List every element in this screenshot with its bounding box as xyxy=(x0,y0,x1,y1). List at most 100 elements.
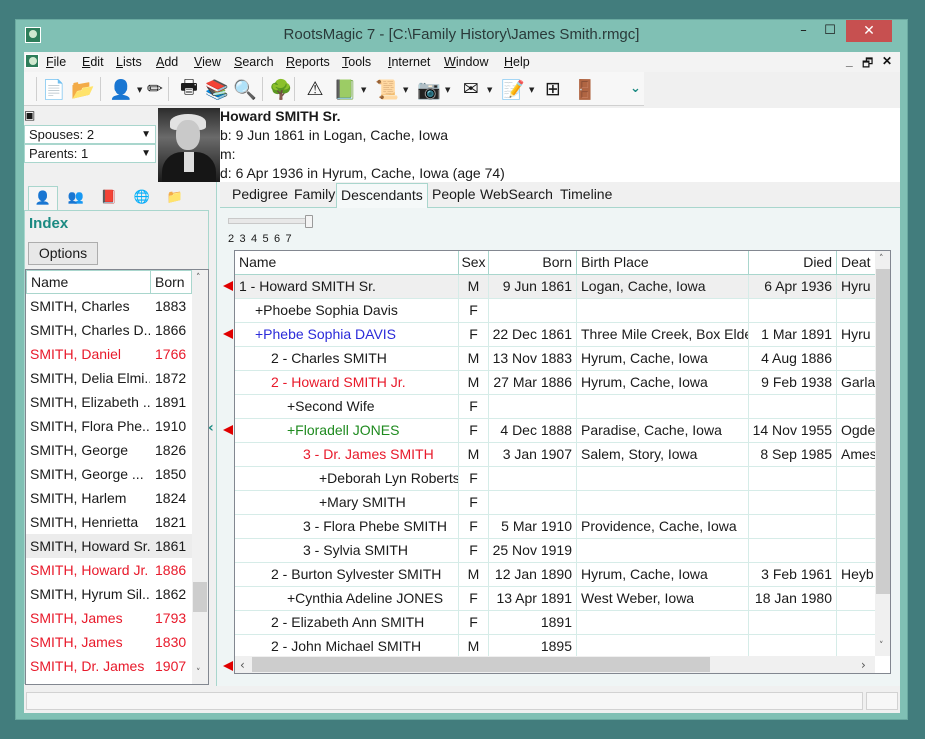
row-marker-icon[interactable] xyxy=(223,425,233,435)
index-list-item[interactable]: SMITH, James Wi... 1918 xyxy=(26,678,192,684)
media-icon[interactable]: ▣ xyxy=(24,108,44,124)
camera-button[interactable]: 📷 xyxy=(416,76,442,102)
grid-vertical-scrollbar[interactable]: ˄ ˅ xyxy=(875,251,890,656)
open-folder-button[interactable]: 📂 xyxy=(70,76,96,102)
row-marker-icon[interactable] xyxy=(223,329,233,339)
options-button[interactable]: Options xyxy=(28,242,98,265)
index-list-item[interactable]: SMITH, Howard Jr. 1886 xyxy=(26,558,192,582)
grid-hscroll-thumb[interactable] xyxy=(252,657,710,672)
index-list-item[interactable]: SMITH, James 1793 xyxy=(26,606,192,630)
sticky-note-button[interactable]: 📝 xyxy=(500,76,526,102)
menu-search[interactable]: Search xyxy=(234,55,274,69)
tab-timeline[interactable]: Timeline xyxy=(556,186,616,208)
grid-row[interactable]: +Cynthia Adeline JONES F 13 Apr 1891 West W… xyxy=(235,587,875,611)
menu-lists[interactable]: Lists xyxy=(116,55,142,69)
resize-grip[interactable] xyxy=(866,692,898,710)
dropdown-arrow-icon[interactable]: ▼ xyxy=(529,86,534,94)
grid-row[interactable]: +Deborah Lyn Roberts F xyxy=(235,467,875,491)
dropdown-arrow-icon[interactable]: ▼ xyxy=(445,86,450,94)
scroll-up-icon[interactable]: ˄ xyxy=(196,273,201,283)
tab-pedigree[interactable]: Pedigree xyxy=(228,186,292,208)
menu-tools[interactable]: Tools xyxy=(342,55,371,69)
books-button[interactable]: 📚 xyxy=(204,76,230,102)
column-death-place[interactable]: Deat xyxy=(837,251,877,275)
index-list-item[interactable]: SMITH, Charles D... 1866 xyxy=(26,318,192,342)
grid-row[interactable]: 3 - Flora Phebe SMITH F 5 Mar 1910 Providen… xyxy=(235,515,875,539)
scroll-up-icon[interactable]: ˄ xyxy=(879,254,884,264)
tab-websearch[interactable]: WebSearch xyxy=(476,186,557,208)
maximize-button[interactable]: ☐ xyxy=(816,20,844,42)
grid-row[interactable]: +Phebe Sophia DAVIS F 22 Dec 1861 Three Mil… xyxy=(235,323,875,347)
person-photo[interactable] xyxy=(158,108,220,182)
menu-help[interactable]: Help xyxy=(504,55,530,69)
mdi-minimize-button[interactable]: _ xyxy=(846,54,853,68)
grid-row[interactable]: 2 - Howard SMITH Jr. M 27 Mar 1886 Hyrum, C… xyxy=(235,371,875,395)
menu-edit[interactable]: Edit xyxy=(82,55,104,69)
scroll-left-icon[interactable]: ‹ xyxy=(240,658,245,672)
grid-row[interactable]: +Mary SMITH F xyxy=(235,491,875,515)
grid-vscroll-thumb[interactable] xyxy=(876,269,890,594)
index-list-item[interactable]: SMITH, Delia Elmi... 1872 xyxy=(26,366,192,390)
generations-slider[interactable] xyxy=(228,215,313,228)
index-list-item[interactable]: SMITH, Daniel 1766 xyxy=(26,342,192,366)
index-list-item[interactable]: SMITH, Harlem 1824 xyxy=(26,486,192,510)
sidebar-tab-sources-book[interactable]: 📕 xyxy=(94,186,124,210)
tab-family[interactable]: Family xyxy=(290,186,339,208)
grid-row[interactable]: +Floradell JONES F 4 Dec 1888 Paradise, Cac… xyxy=(235,419,875,443)
minimize-button[interactable]: – xyxy=(791,20,816,42)
parents-dropdown[interactable]: Parents: 1 ▼ xyxy=(24,144,156,163)
index-list-item[interactable]: SMITH, George ... 1850 xyxy=(26,462,192,486)
scroll-right-icon[interactable]: › xyxy=(861,658,866,672)
index-list-item[interactable]: SMITH, James 1830 xyxy=(26,630,192,654)
mdi-close-button[interactable]: ✕ xyxy=(882,54,892,68)
exit-door-button[interactable]: 🚪 xyxy=(572,76,598,102)
index-list-item[interactable]: SMITH, Howard Sr. 1861 xyxy=(26,534,192,558)
new-file-button[interactable]: 📄 xyxy=(41,76,67,102)
grid-row[interactable]: +Second Wife F xyxy=(235,395,875,419)
sidebar-tab-family[interactable]: 👥 xyxy=(61,186,91,210)
row-marker-icon[interactable] xyxy=(223,281,233,291)
menu-file[interactable]: File xyxy=(46,55,66,69)
index-list-item[interactable]: SMITH, Henrietta 1821 xyxy=(26,510,192,534)
sidebar-tab-person[interactable]: 👤 xyxy=(28,186,58,211)
collapse-sidebar-icon[interactable]: ‹ xyxy=(208,420,214,436)
grid-row[interactable]: 3 - Dr. James SMITH M 3 Jan 1907 Salem, Sto… xyxy=(235,443,877,467)
merge-sign-button[interactable]: ⚠ xyxy=(302,76,328,102)
column-sex[interactable]: Sex xyxy=(459,251,489,275)
menu-add[interactable]: Add xyxy=(156,55,178,69)
scroll-down-icon[interactable]: ˅ xyxy=(879,641,884,651)
sidebar-tab-groups-folder[interactable]: 📁 xyxy=(160,186,190,210)
sidebar-tab-places-globe[interactable]: 🌐 xyxy=(127,186,157,210)
column-born[interactable]: Born xyxy=(489,251,577,275)
index-list-item[interactable]: SMITH, Dr. James 1907 xyxy=(26,654,192,678)
generations-slider-thumb[interactable] xyxy=(305,215,313,228)
close-button[interactable]: ✕ xyxy=(846,20,892,42)
edit-person-button[interactable]: ✏ xyxy=(142,76,168,102)
grid-row[interactable]: 2 - Charles SMITH M 13 Nov 1883 Hyrum, Cach… xyxy=(235,347,875,371)
tab-people[interactable]: People xyxy=(428,186,480,208)
grid-row[interactable]: 2 - Elizabeth Ann SMITH F 1891 xyxy=(235,611,875,635)
index-scrollbar[interactable]: ˄ ˅ xyxy=(192,270,208,684)
toolbar-overflow-icon[interactable]: ⌄ xyxy=(630,81,641,96)
tree-button[interactable]: 🌳 xyxy=(268,76,294,102)
chart-tree-button[interactable]: ⊞ xyxy=(540,76,566,102)
descendants-grid[interactable]: Name Sex Born Birth Place Died Deat 2 - … xyxy=(234,250,891,674)
tab-descendants[interactable]: Descendants xyxy=(336,183,428,209)
notepad-button[interactable]: 📗 xyxy=(332,76,358,102)
index-scroll-thumb[interactable] xyxy=(193,582,207,612)
menu-reports[interactable]: Reports xyxy=(286,55,330,69)
menu-window[interactable]: Window xyxy=(444,55,488,69)
grid-row[interactable]: 1 - Howard SMITH Sr. M 9 Jun 1861 Logan, Ca… xyxy=(235,275,875,299)
print-button[interactable]: 🖶 xyxy=(176,76,202,102)
mdi-restore-button[interactable]: 🗗 xyxy=(862,54,873,75)
index-list-item[interactable]: SMITH, Charles 1883 xyxy=(26,294,192,318)
index-list-item[interactable]: SMITH, Elizabeth ... 1891 xyxy=(26,390,192,414)
index-list-item[interactable]: SMITH, George 1826 xyxy=(26,438,192,462)
scroll-down-icon[interactable]: ˅ xyxy=(196,668,201,678)
grid-row[interactable]: 2 - Burton Sylvester SMITH M 12 Jan 1890 Hy… xyxy=(235,563,875,587)
index-list-item[interactable]: SMITH, Hyrum Sil... 1862 xyxy=(26,582,192,606)
column-name[interactable]: Name xyxy=(235,251,459,275)
search-button[interactable]: 🔍 xyxy=(232,76,258,102)
grid-row[interactable]: +Phoebe Sophia Davis F xyxy=(235,299,875,323)
email-button[interactable]: ✉ xyxy=(458,76,484,102)
